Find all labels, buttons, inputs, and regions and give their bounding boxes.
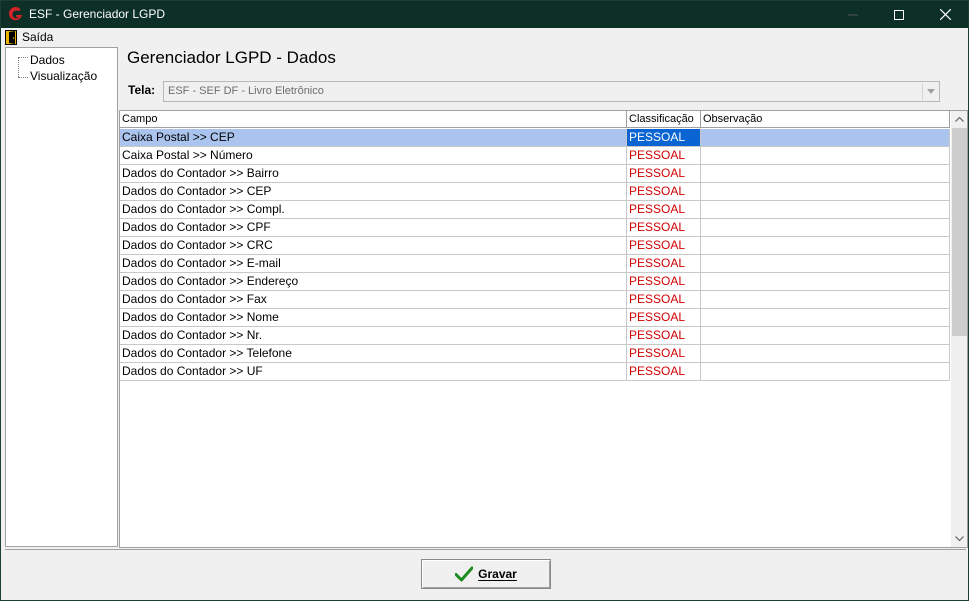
cell-classificacao[interactable]: PESSOAL xyxy=(627,309,701,326)
close-icon xyxy=(939,9,951,20)
cell-campo[interactable]: Dados do Contador >> UF xyxy=(120,363,627,380)
menu-bar: Saída xyxy=(1,28,968,46)
cell-observacao[interactable] xyxy=(701,165,950,182)
cell-classificacao[interactable]: PESSOAL xyxy=(627,165,701,182)
table-row[interactable]: Dados do Contador >> Endereço PESSOAL xyxy=(120,273,950,291)
cell-campo[interactable]: Dados do Contador >> CRC xyxy=(120,237,627,254)
cell-observacao[interactable] xyxy=(701,183,950,200)
exit-door-icon xyxy=(5,29,17,45)
chevron-up-icon xyxy=(955,117,964,122)
vertical-scrollbar[interactable] xyxy=(951,111,967,547)
cell-campo[interactable]: Dados do Contador >> Compl. xyxy=(120,201,627,218)
table-row[interactable]: Dados do Contador >> Nome PESSOAL xyxy=(120,309,950,327)
table-row[interactable]: Dados do Contador >> Nr. PESSOAL xyxy=(120,327,950,345)
cell-observacao[interactable] xyxy=(701,219,950,236)
tree-item-visualizacao[interactable]: Visualização xyxy=(30,69,97,83)
cell-campo[interactable]: Dados do Contador >> Nr. xyxy=(120,327,627,344)
tela-select[interactable]: ESF - SEF DF - Livro Eletrônico xyxy=(163,81,940,102)
minimize-button[interactable] xyxy=(830,1,876,28)
scroll-thumb[interactable] xyxy=(952,128,967,336)
cell-observacao[interactable] xyxy=(701,201,950,218)
table-row[interactable]: Caixa Postal >> Número PESSOAL xyxy=(120,147,950,165)
cell-observacao[interactable] xyxy=(701,237,950,254)
cell-campo[interactable]: Dados do Contador >> Fax xyxy=(120,291,627,308)
checkmark-icon xyxy=(455,566,474,582)
cell-campo[interactable]: Caixa Postal >> CEP xyxy=(120,129,627,146)
menu-item-label: Saída xyxy=(22,30,54,44)
cell-campo[interactable]: Dados do Contador >> Endereço xyxy=(120,273,627,290)
cell-observacao[interactable] xyxy=(701,291,950,308)
cell-classificacao[interactable]: PESSOAL xyxy=(627,291,701,308)
cell-classificacao[interactable]: PESSOAL xyxy=(627,201,701,218)
chevron-down-icon xyxy=(955,536,964,541)
table-row[interactable]: Dados do Contador >> CPF PESSOAL xyxy=(120,219,950,237)
column-header-classificacao[interactable]: Classificação xyxy=(627,111,701,128)
cell-classificacao[interactable]: PESSOAL xyxy=(627,129,701,146)
cell-classificacao[interactable]: PESSOAL xyxy=(627,345,701,362)
cell-classificacao[interactable]: PESSOAL xyxy=(627,183,701,200)
window-title: ESF - Gerenciador LGPD xyxy=(29,7,166,21)
cell-campo[interactable]: Dados do Contador >> E-mail xyxy=(120,255,627,272)
table-row[interactable]: Dados do Contador >> CRC PESSOAL xyxy=(120,237,950,255)
scroll-down-button[interactable] xyxy=(951,530,967,547)
cell-observacao[interactable] xyxy=(701,309,950,326)
cell-classificacao[interactable]: PESSOAL xyxy=(627,147,701,164)
cell-campo[interactable]: Caixa Postal >> Número xyxy=(120,147,627,164)
chevron-down-icon xyxy=(926,89,935,94)
gravar-button-label: Gravar xyxy=(478,567,517,581)
close-button[interactable] xyxy=(922,1,968,28)
cell-campo[interactable]: Dados do Contador >> CPF xyxy=(120,219,627,236)
grid-rows: Caixa Postal >> CEP PESSOAL Caixa Postal >… xyxy=(120,129,950,381)
navigation-tree: Dados Visualização xyxy=(5,47,118,547)
tela-selected-value: ESF - SEF DF - Livro Eletrônico xyxy=(168,85,324,97)
column-header-observacao[interactable]: Observação xyxy=(701,111,950,128)
cell-observacao[interactable] xyxy=(701,255,950,272)
grid-header: Campo Classificação Observação xyxy=(120,111,950,128)
table-row[interactable]: Dados do Contador >> CEP PESSOAL xyxy=(120,183,950,201)
cell-classificacao[interactable]: PESSOAL xyxy=(627,255,701,272)
tela-label: Tela: xyxy=(128,83,156,97)
tree-item-dados[interactable]: Dados xyxy=(30,53,65,67)
cell-campo[interactable]: Dados do Contador >> Telefone xyxy=(120,345,627,362)
cell-classificacao[interactable]: PESSOAL xyxy=(627,363,701,380)
data-grid[interactable]: Campo Classificação Observação Caixa Pos… xyxy=(119,110,968,548)
page-title: Gerenciador LGPD - Dados xyxy=(127,48,336,67)
cell-observacao[interactable] xyxy=(701,147,950,164)
cell-observacao[interactable] xyxy=(701,129,950,146)
cell-campo[interactable]: Dados do Contador >> CEP xyxy=(120,183,627,200)
column-header-campo[interactable]: Campo xyxy=(120,111,627,128)
cell-observacao[interactable] xyxy=(701,363,950,380)
tree-connector xyxy=(18,77,28,78)
table-row[interactable]: Dados do Contador >> Bairro PESSOAL xyxy=(120,165,950,183)
cell-classificacao[interactable]: PESSOAL xyxy=(627,327,701,344)
app-window: ESF - Gerenciador LGPD Saída Dados Visua… xyxy=(0,0,969,601)
cell-observacao[interactable] xyxy=(701,273,950,290)
table-row[interactable]: Dados do Contador >> Fax PESSOAL xyxy=(120,291,950,309)
minimize-icon xyxy=(848,14,858,15)
esf-logo-icon xyxy=(8,6,22,21)
menu-item-saida[interactable]: Saída xyxy=(5,29,53,45)
maximize-button[interactable] xyxy=(876,1,922,28)
table-row[interactable]: Dados do Contador >> UF PESSOAL xyxy=(120,363,950,381)
cell-observacao[interactable] xyxy=(701,327,950,344)
cell-classificacao[interactable]: PESSOAL xyxy=(627,219,701,236)
cell-classificacao[interactable]: PESSOAL xyxy=(627,273,701,290)
table-row[interactable]: Dados do Contador >> Telefone PESSOAL xyxy=(120,345,950,363)
cell-classificacao[interactable]: PESSOAL xyxy=(627,237,701,254)
maximize-icon xyxy=(894,9,904,20)
scroll-up-button[interactable] xyxy=(951,111,967,128)
cell-observacao[interactable] xyxy=(701,345,950,362)
cell-campo[interactable]: Dados do Contador >> Bairro xyxy=(120,165,627,182)
footer-panel: Gravar xyxy=(5,549,966,597)
table-row[interactable]: Dados do Contador >> Compl. PESSOAL xyxy=(120,201,950,219)
tela-dropdown-button[interactable] xyxy=(922,83,938,100)
gravar-button[interactable]: Gravar xyxy=(421,559,551,589)
tree-connector xyxy=(18,57,19,77)
tree-connector xyxy=(18,57,28,58)
table-row[interactable]: Caixa Postal >> CEP PESSOAL xyxy=(120,129,950,147)
table-row[interactable]: Dados do Contador >> E-mail PESSOAL xyxy=(120,255,950,273)
title-bar[interactable]: ESF - Gerenciador LGPD xyxy=(1,1,968,28)
cell-campo[interactable]: Dados do Contador >> Nome xyxy=(120,309,627,326)
